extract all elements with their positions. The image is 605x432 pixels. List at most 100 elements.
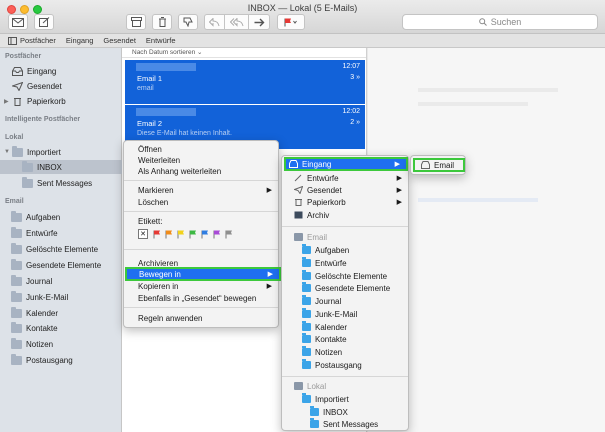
move-folder-sent-messages[interactable]: Sent Messages <box>282 418 408 430</box>
move-item-archive[interactable]: Archiv <box>282 209 408 221</box>
sidebar-item-gesendete[interactable]: Gesendete Elemente <box>0 258 122 272</box>
folder-icon <box>11 242 22 254</box>
sidebar-item-junk[interactable]: Junk-E-Mail <box>0 290 122 304</box>
sidebar-item-aufgaben[interactable]: Aufgaben <box>0 210 122 224</box>
flag-color-row: ✕ <box>124 228 278 240</box>
mailboxes-toggle-icon[interactable] <box>8 36 17 45</box>
message-preview: email <box>137 85 154 92</box>
move-item-sent[interactable]: Gesendet ▶ <box>282 184 408 196</box>
sidebar-item-inbox-local[interactable]: INBOX <box>0 160 122 174</box>
move-folder-kontakte[interactable]: Kontakte <box>282 333 408 345</box>
favorite-drafts[interactable]: Entwürfe <box>146 36 176 45</box>
disclosure-triangle-icon[interactable]: ▶ <box>4 98 12 105</box>
folder-icon <box>11 226 22 238</box>
move-item-email-inbox[interactable]: Email <box>413 158 465 172</box>
green-flag-icon[interactable] <box>189 230 199 239</box>
move-folder-postausgang[interactable]: Postausgang <box>282 359 408 371</box>
sidebar-item-sent-messages[interactable]: Sent Messages <box>0 176 122 190</box>
message-subject: Email 2 <box>137 119 163 128</box>
thread-count: 3 » <box>350 74 360 81</box>
draft-icon <box>294 174 302 182</box>
move-header-local: Lokal <box>282 380 408 392</box>
context-menu: Öffnen Weiterleiten Als Anhang weiterlei… <box>123 140 281 328</box>
reply-button[interactable] <box>204 14 224 30</box>
sidebar-item-kontakte[interactable]: Kontakte <box>0 321 122 335</box>
chevron-down-icon: ⌄ <box>197 49 203 56</box>
message-row[interactable]: 12:07 Email 1 3 » email <box>125 60 365 104</box>
sidebar-item-sent[interactable]: Gesendet <box>0 79 122 93</box>
trash-icon <box>295 199 302 206</box>
move-folder-kalender[interactable]: Kalender <box>282 321 408 333</box>
move-folder-entwuerfe[interactable]: Entwürfe <box>282 257 408 269</box>
orange-flag-icon[interactable] <box>165 230 175 239</box>
blurred-line <box>418 88 558 92</box>
menu-separator <box>282 226 408 227</box>
search-field[interactable]: Suchen <box>402 14 598 30</box>
menu-item-delete[interactable]: Löschen <box>124 196 278 208</box>
yellow-flag-icon[interactable] <box>177 230 187 239</box>
move-item-inbox[interactable]: Eingang ▶ <box>284 157 408 171</box>
message-preview: Diese E-Mail hat keinen Inhalt. <box>137 130 232 137</box>
reply-all-icon <box>229 17 243 27</box>
move-folder-aufgaben[interactable]: Aufgaben <box>282 244 408 256</box>
menu-separator <box>282 376 408 377</box>
flag-button[interactable] <box>277 14 305 30</box>
get-mail-button[interactable] <box>8 14 28 30</box>
sidebar-item-postausgang[interactable]: Postausgang <box>0 353 122 367</box>
move-item-trash[interactable]: Papierkorb ▶ <box>282 196 408 208</box>
archive-button[interactable] <box>126 14 146 30</box>
menu-item-apply-rules[interactable]: Regeln anwenden <box>124 312 278 324</box>
folder-icon <box>302 359 311 369</box>
favorite-inbox[interactable]: Eingang <box>66 36 94 45</box>
no-flag-button[interactable]: ✕ <box>138 229 148 239</box>
folder-icon <box>11 290 22 302</box>
folder-icon <box>310 418 319 428</box>
inbox-icon <box>421 161 430 169</box>
menu-item-copy-to[interactable]: Kopieren in ▶ <box>124 280 278 292</box>
junk-button[interactable] <box>178 14 198 30</box>
menu-item-forward-attachment[interactable]: Als Anhang weiterleiten <box>124 165 278 177</box>
purple-flag-icon[interactable] <box>213 230 223 239</box>
blue-flag-icon[interactable] <box>201 230 211 239</box>
favorite-mailboxes[interactable]: Postfächer <box>20 36 56 45</box>
compose-button[interactable] <box>34 14 54 30</box>
sidebar-item-notizen[interactable]: Notizen <box>0 337 122 351</box>
red-flag-icon[interactable] <box>153 230 163 239</box>
menu-separator <box>124 307 278 308</box>
move-folder-gesendete[interactable]: Gesendete Elemente <box>282 282 408 294</box>
submenu-arrow-icon: ▶ <box>266 187 272 194</box>
delete-button[interactable] <box>152 14 172 30</box>
sidebar-item-entwuerfe[interactable]: Entwürfe <box>0 226 122 240</box>
sidebar-item-kalender[interactable]: Kalender <box>0 306 122 320</box>
grey-flag-icon[interactable] <box>225 230 235 239</box>
move-folder-inbox-local[interactable]: INBOX <box>282 406 408 418</box>
sidebar-item-imported[interactable]: ▼ Importiert <box>0 145 122 159</box>
local-computer-icon <box>294 382 303 390</box>
folder-icon <box>12 145 23 157</box>
move-folder-geloeschte[interactable]: Gelöschte Elemente <box>282 270 408 282</box>
menu-item-also-move-to-sent[interactable]: Ebenfalls in „Gesendet“ bewegen <box>124 292 278 304</box>
sort-control[interactable]: Nach Datum sortieren ⌄ <box>122 48 366 58</box>
inbox-submenu: Email <box>410 155 466 175</box>
move-folder-imported[interactable]: Importiert <box>282 393 408 405</box>
message-time: 12:02 <box>342 108 360 115</box>
sidebar-item-journal[interactable]: Journal <box>0 274 122 288</box>
trash-icon <box>14 97 21 106</box>
move-item-drafts[interactable]: Entwürfe ▶ <box>282 172 408 184</box>
favorite-sent[interactable]: Gesendet <box>103 36 136 45</box>
sidebar-item-geloeschte[interactable]: Gelöschte Elemente <box>0 242 122 256</box>
sidebar-item-inbox[interactable]: Eingang <box>0 64 122 78</box>
move-folder-journal[interactable]: Journal <box>282 295 408 307</box>
forward-button[interactable] <box>248 14 270 30</box>
folder-icon <box>11 306 22 318</box>
folder-icon <box>22 160 33 172</box>
move-folder-notizen[interactable]: Notizen <box>282 346 408 358</box>
submenu-arrow-icon: ▶ <box>394 161 400 168</box>
move-folder-junk[interactable]: Junk-E-Mail <box>282 308 408 320</box>
sidebar-item-trash[interactable]: ▶ Papierkorb <box>0 94 122 108</box>
menu-item-mark[interactable]: Markieren ▶ <box>124 184 278 196</box>
disclosure-triangle-open-icon[interactable]: ▼ <box>4 149 12 155</box>
folder-icon <box>302 244 311 254</box>
reply-all-button[interactable] <box>224 14 248 30</box>
menu-item-move-to[interactable]: Bewegen in ▶ <box>125 267 281 281</box>
